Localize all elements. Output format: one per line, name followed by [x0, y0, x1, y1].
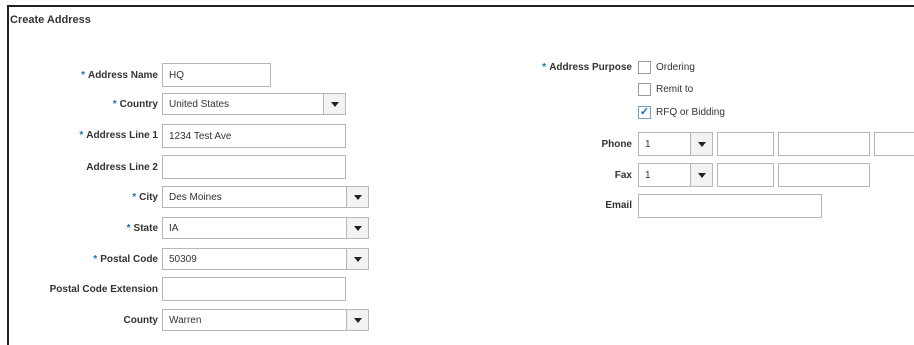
chevron-down-icon — [697, 172, 706, 178]
chevron-down-icon — [353, 225, 362, 231]
country-dropdown-button[interactable] — [323, 94, 345, 114]
phone-extension-input[interactable] — [874, 132, 914, 156]
state-select[interactable]: IA — [162, 217, 369, 239]
city-label: * City — [132, 192, 158, 203]
postal-code-extension-input[interactable] — [162, 277, 346, 301]
address-line2-label: Address Line 2 — [86, 162, 158, 173]
rfq-bidding-label: RFQ or Bidding — [656, 107, 725, 118]
rfq-bidding-checkbox[interactable]: ✓ — [638, 106, 651, 119]
fax-label: Fax — [614, 170, 632, 181]
ordering-checkbox[interactable] — [638, 61, 651, 74]
country-select[interactable]: United States — [162, 93, 346, 115]
ordering-label: Ordering — [656, 62, 695, 73]
chevron-down-icon — [697, 141, 706, 147]
phone-country-code-select[interactable]: 1 — [638, 132, 713, 156]
county-label: County — [123, 315, 158, 326]
phone-number-input[interactable] — [778, 132, 870, 156]
address-line1-label: * Address Line 1 — [79, 130, 158, 141]
fax-number-input[interactable] — [778, 163, 870, 187]
chevron-down-icon — [353, 317, 362, 323]
fax-country-code-select[interactable]: 1 — [638, 163, 713, 187]
address-name-input[interactable]: HQ — [162, 63, 271, 87]
chevron-down-icon — [353, 256, 362, 262]
remit-to-label: Remit to — [656, 84, 694, 95]
phone-label: Phone — [601, 139, 632, 150]
chevron-down-icon — [353, 194, 362, 200]
email-label: Email — [605, 200, 632, 211]
city-select[interactable]: Des Moines — [162, 186, 369, 208]
county-dropdown-button[interactable] — [346, 310, 368, 330]
address-name-label: * Address Name — [81, 70, 158, 81]
phone-country-code-dropdown-button[interactable] — [690, 133, 712, 155]
chevron-down-icon — [330, 101, 339, 107]
address-line2-input[interactable] — [162, 155, 346, 179]
city-dropdown-button[interactable] — [346, 187, 368, 207]
postal-code-label: * Postal Code — [93, 254, 158, 265]
fax-country-code-dropdown-button[interactable] — [690, 164, 712, 186]
address-line1-input[interactable]: 1234 Test Ave — [162, 124, 346, 148]
postal-code-select[interactable]: 50309 — [162, 248, 369, 270]
state-label: * State — [126, 223, 158, 234]
checkmark-icon: ✓ — [639, 106, 650, 118]
page-title: Create Address — [10, 14, 91, 26]
address-purpose-label: * Address Purpose — [542, 62, 632, 73]
county-select[interactable]: Warren — [162, 309, 369, 331]
state-dropdown-button[interactable] — [346, 218, 368, 238]
postal-code-dropdown-button[interactable] — [346, 249, 368, 269]
country-label: * Country — [112, 99, 158, 110]
phone-area-code-input[interactable] — [717, 132, 774, 156]
remit-to-checkbox[interactable] — [638, 83, 651, 96]
fax-area-code-input[interactable] — [717, 163, 774, 187]
email-input[interactable] — [638, 194, 822, 218]
postal-code-extension-label: Postal Code Extension — [49, 284, 158, 295]
